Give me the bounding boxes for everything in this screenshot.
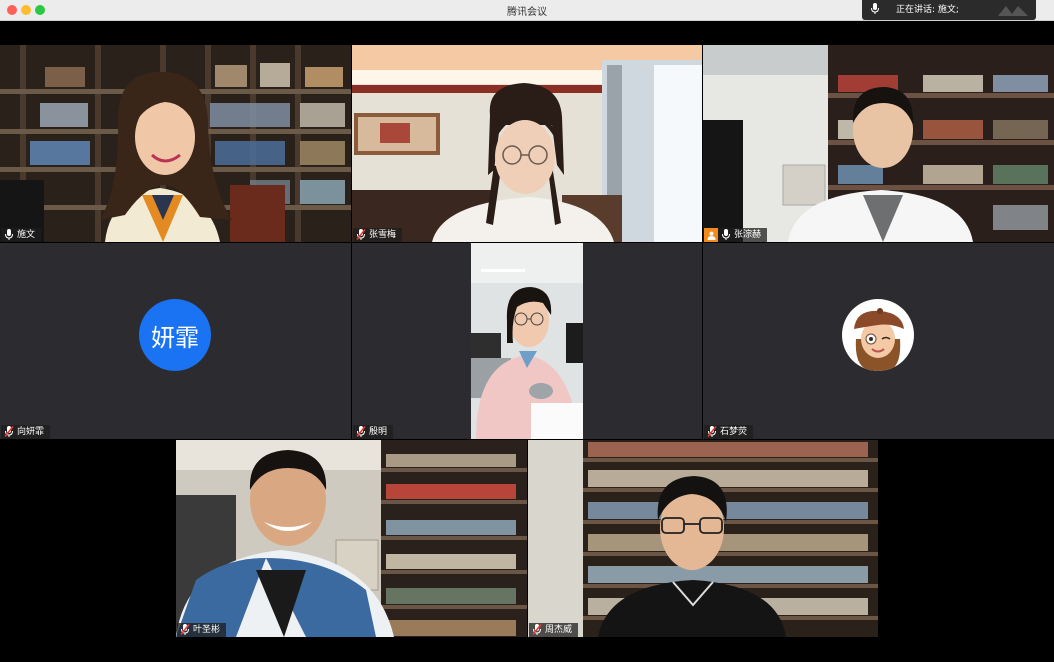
video-tile-shiwen[interactable]: 施文	[0, 45, 351, 242]
speaking-text: 正在讲话: 施文;	[896, 5, 959, 15]
participant-name-tag: 张雪梅	[353, 228, 403, 242]
participant-name: 叶圣彬	[193, 625, 221, 635]
speaking-indicator: 正在讲话: 施文;	[862, 0, 1036, 20]
microphone-icon	[5, 229, 13, 241]
participant-video	[471, 243, 583, 439]
microphone-muted-icon	[356, 229, 366, 241]
participant-video	[703, 45, 1054, 242]
participant-name-tag: 张淙赫	[704, 228, 768, 242]
participant-name-tag: 向妍霏	[1, 425, 51, 439]
video-tile-yeshengbin[interactable]: 叶圣彬	[176, 440, 527, 637]
video-tile-shimengying[interactable]: 石梦荧	[703, 243, 1054, 439]
participant-name-tag: 石梦荧	[704, 425, 754, 439]
participant-name-tag: 施文	[1, 228, 42, 242]
video-tile-zhoujiewei[interactable]: 周杰威	[528, 440, 878, 637]
microphone-muted-icon	[356, 426, 366, 438]
participant-name: 张雪梅	[369, 230, 397, 240]
participant-name-tag: 周杰威	[529, 623, 579, 637]
participant-video	[352, 45, 702, 242]
participant-name: 周杰威	[545, 625, 573, 635]
participant-name-tag: 叶圣彬	[177, 623, 227, 637]
participant-name: 石梦荧	[720, 427, 748, 437]
cartoon-avatar-icon	[842, 299, 914, 371]
participant-name: 张淙赫	[734, 230, 762, 240]
participant-name: 施文	[17, 230, 36, 240]
avatar: 妍霏	[139, 299, 211, 371]
participant-video	[176, 440, 527, 637]
participant-name: 向妍霏	[17, 427, 45, 437]
user-alert-icon	[704, 228, 718, 242]
microphone-muted-icon	[180, 624, 190, 636]
participant-name-tag: 殷明	[353, 425, 394, 439]
microphone-muted-icon	[707, 426, 717, 438]
microphone-muted-icon	[4, 426, 14, 438]
microphone-muted-icon	[532, 624, 542, 636]
video-tile-zhangxuemei[interactable]: 张雪梅	[352, 45, 702, 242]
participant-video	[528, 440, 878, 637]
microphone-icon	[722, 229, 730, 241]
microphone-icon	[871, 3, 879, 15]
video-tile-xiangyanfei[interactable]: 妍霏 向妍霏	[0, 243, 351, 439]
video-tile-yinming[interactable]: 殷明	[352, 243, 702, 439]
video-tile-zhangconghe[interactable]: 张淙赫	[703, 45, 1054, 242]
participant-name: 殷明	[369, 427, 388, 437]
participant-video	[0, 45, 351, 242]
signal-icon	[998, 6, 1028, 16]
